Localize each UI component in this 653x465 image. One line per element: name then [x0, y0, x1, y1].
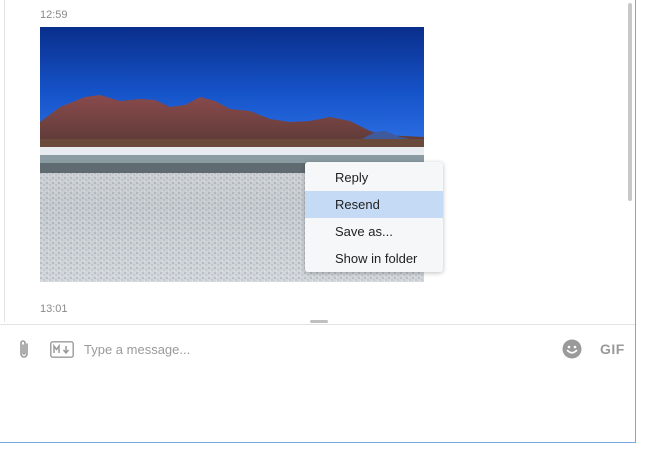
emoji-icon[interactable] — [562, 339, 582, 359]
context-menu: Reply Resend Save as... Show in folder — [305, 162, 443, 272]
message-composer: GIF — [0, 325, 635, 442]
left-border — [4, 0, 5, 322]
menu-item-resend[interactable]: Resend — [305, 191, 443, 218]
message-timestamp: 13:01 — [40, 303, 68, 315]
composer-resize-handle[interactable] — [310, 320, 328, 323]
menu-item-save-as[interactable]: Save as... — [305, 218, 443, 245]
scrollbar-thumb[interactable] — [628, 3, 632, 201]
menu-item-reply[interactable]: Reply — [305, 164, 443, 191]
gif-button[interactable]: GIF — [600, 341, 625, 357]
menu-item-show-in-folder[interactable]: Show in folder — [305, 245, 443, 272]
message-input[interactable] — [84, 338, 524, 360]
paperclip-icon[interactable] — [15, 339, 33, 361]
markdown-icon[interactable] — [50, 341, 74, 358]
message-timestamp: 12:59 — [40, 9, 68, 21]
chat-window: 12:59 13:01 Type a message... GIF Reply … — [0, 0, 636, 443]
